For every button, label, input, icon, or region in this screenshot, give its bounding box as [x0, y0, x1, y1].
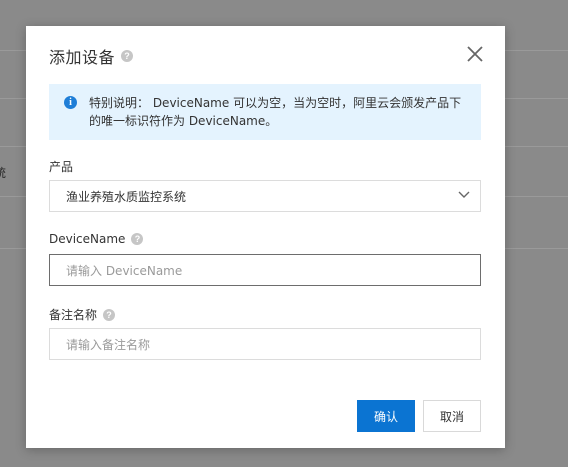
device-name-input[interactable]: 请输入 DeviceName — [49, 254, 481, 286]
bg-divider — [505, 248, 568, 249]
help-icon[interactable]: ? — [121, 50, 134, 62]
bg-text-fragment: 统 — [0, 166, 7, 180]
device-name-label-row: DeviceName ? — [49, 232, 144, 246]
bg-divider — [0, 248, 26, 249]
dialog-title: 添加设备 — [49, 48, 116, 67]
info-icon: i — [64, 96, 77, 109]
dialog-header: 添加设备 ? — [49, 44, 134, 68]
device-name-label: DeviceName — [49, 232, 126, 246]
notice-text: 特别说明： DeviceName 可以为空，当为空时，阿里云会颁发产品下的唯一标… — [89, 96, 462, 128]
confirm-button[interactable]: 确认 — [357, 400, 415, 432]
bg-divider — [505, 98, 568, 99]
chevron-down-icon — [458, 191, 470, 198]
bg-divider — [0, 50, 26, 51]
bg-divider — [0, 146, 26, 147]
product-select[interactable]: 渔业养殖水质监控系统 — [49, 180, 481, 212]
bg-divider — [0, 196, 26, 197]
cancel-button[interactable]: 取消 — [423, 400, 481, 432]
notice-banner: i 特别说明： DeviceName 可以为空，当为空时，阿里云会颁发产品下的唯… — [49, 84, 481, 140]
bg-divider — [0, 98, 26, 99]
add-device-dialog: 添加设备 ? i 特别说明： DeviceName 可以为空，当为空时，阿里云会… — [26, 26, 505, 448]
bg-divider — [505, 196, 568, 197]
product-label: 产品 — [49, 160, 74, 174]
bg-divider — [505, 50, 568, 51]
help-icon[interactable]: ? — [103, 308, 116, 321]
device-name-placeholder: 请输入 DeviceName — [66, 263, 183, 278]
remark-input[interactable]: 请输入备注名称 — [49, 328, 481, 360]
product-select-value: 渔业养殖水质监控系统 — [66, 189, 187, 204]
close-icon — [467, 46, 483, 62]
product-label-row: 产品 — [49, 158, 73, 175]
bg-divider — [505, 146, 568, 147]
remark-label: 备注名称 — [49, 308, 98, 322]
help-icon[interactable]: ? — [131, 233, 144, 245]
close-button[interactable] — [465, 44, 485, 64]
remark-placeholder: 请输入备注名称 — [66, 337, 151, 352]
remark-label-row: 备注名称 ? — [49, 306, 116, 323]
